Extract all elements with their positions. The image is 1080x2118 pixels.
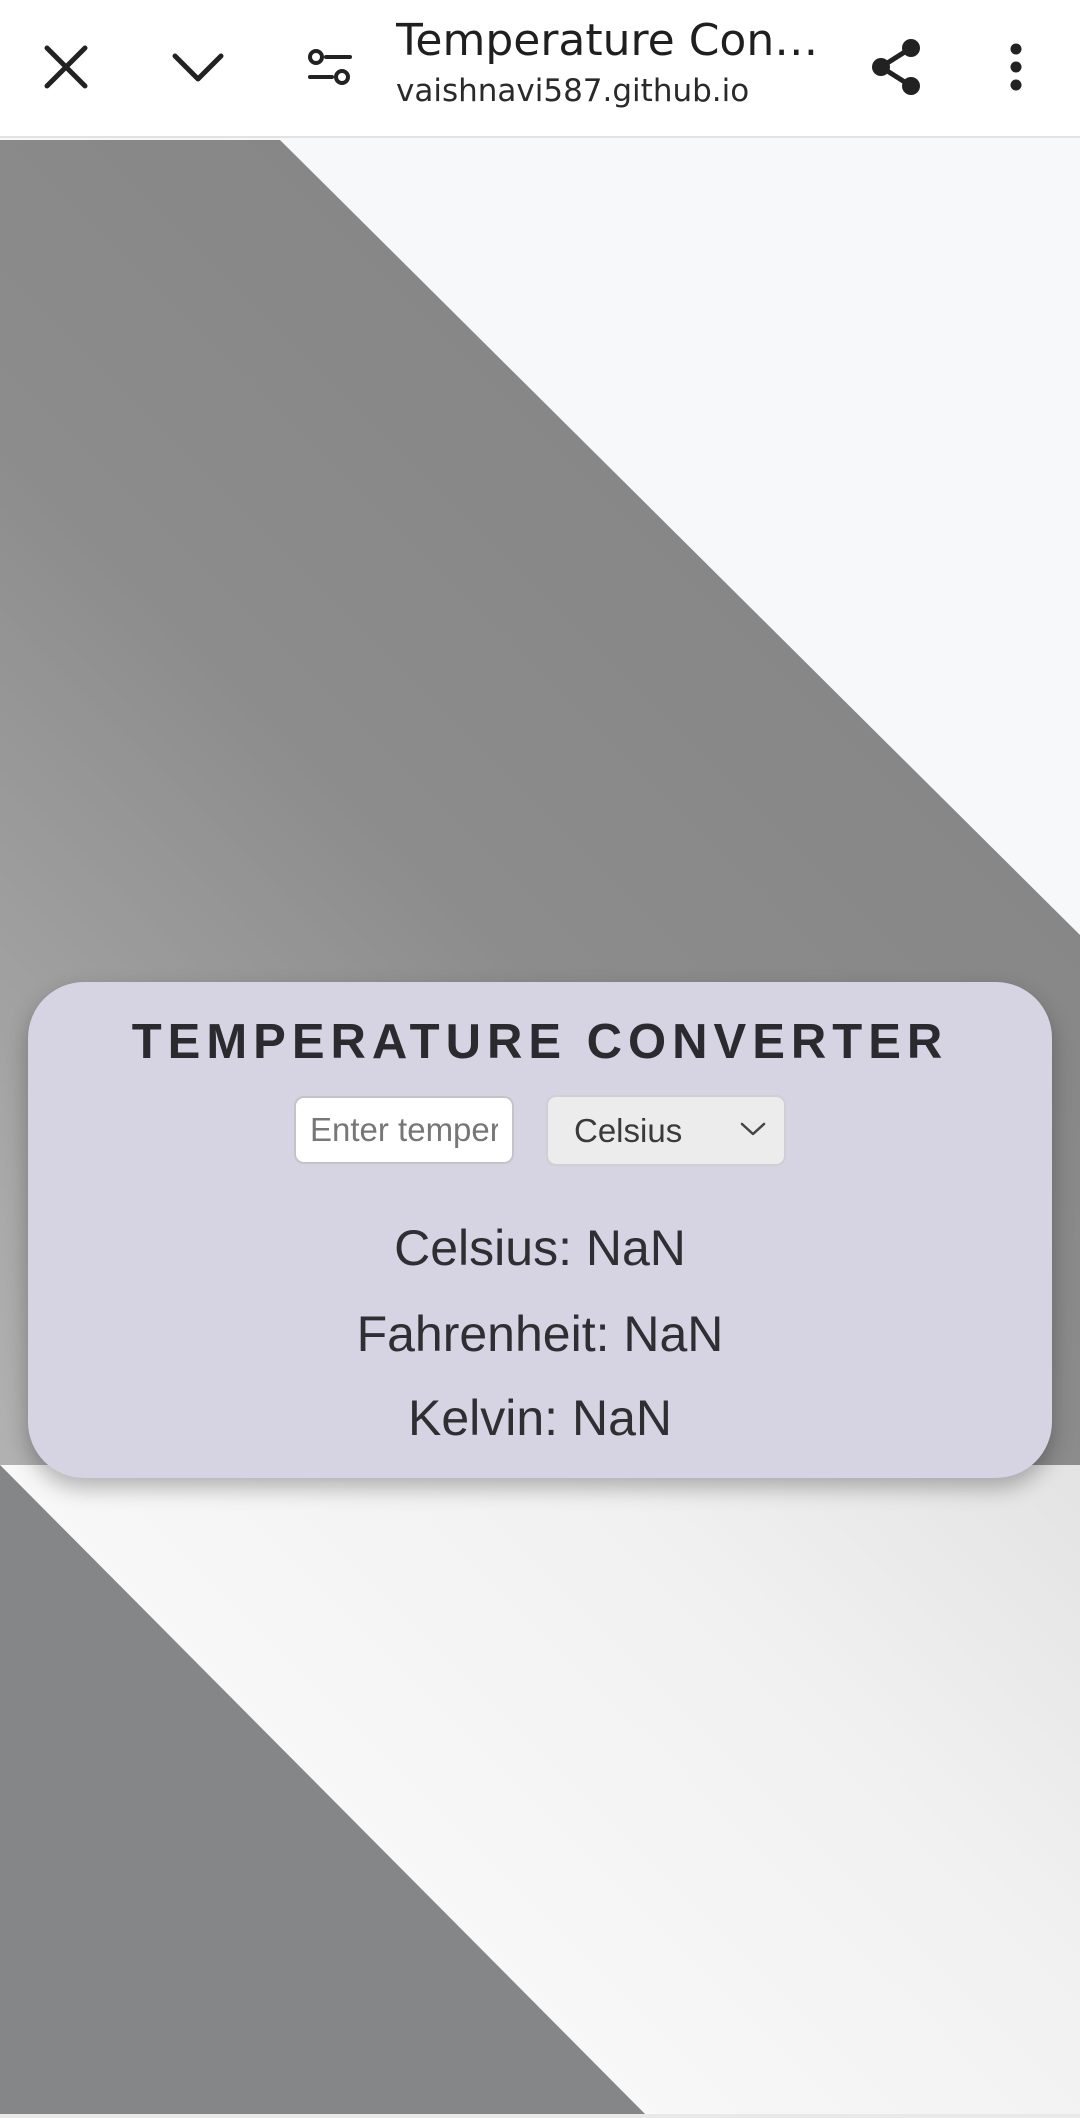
unit-select-value: Celsius xyxy=(574,1111,683,1149)
bottom-edge xyxy=(0,2114,1080,2118)
chevron-down-icon xyxy=(740,1121,766,1142)
site-settings-button[interactable] xyxy=(282,19,378,115)
fahrenheit-result: Fahrenheit: NaN xyxy=(356,1306,724,1362)
more-options-button[interactable] xyxy=(968,19,1064,115)
browser-toolbar: Temperature Conv... vaishnavi587.github.… xyxy=(0,0,1080,138)
unit-select[interactable]: Celsius xyxy=(546,1095,786,1166)
share-icon xyxy=(869,38,923,96)
celsius-result: Celsius: NaN xyxy=(394,1220,686,1276)
converter-heading: TEMPERATURE CONVERTER xyxy=(131,1015,949,1069)
close-tab-button[interactable] xyxy=(18,19,114,115)
share-button[interactable] xyxy=(848,19,944,115)
more-vert-icon xyxy=(1009,43,1023,91)
temperature-input[interactable] xyxy=(294,1096,514,1164)
page-title[interactable]: Temperature Conv... xyxy=(396,12,826,70)
kelvin-result: Kelvin: NaN xyxy=(408,1390,672,1446)
tune-icon xyxy=(306,47,354,87)
converter-card: TEMPERATURE CONVERTER Celsius Celsius: N… xyxy=(28,982,1052,1478)
page-url[interactable]: vaishnavi587.github.io xyxy=(396,70,826,112)
close-icon xyxy=(41,42,91,92)
chevron-down-icon xyxy=(171,50,225,84)
minimize-button[interactable] xyxy=(150,19,246,115)
